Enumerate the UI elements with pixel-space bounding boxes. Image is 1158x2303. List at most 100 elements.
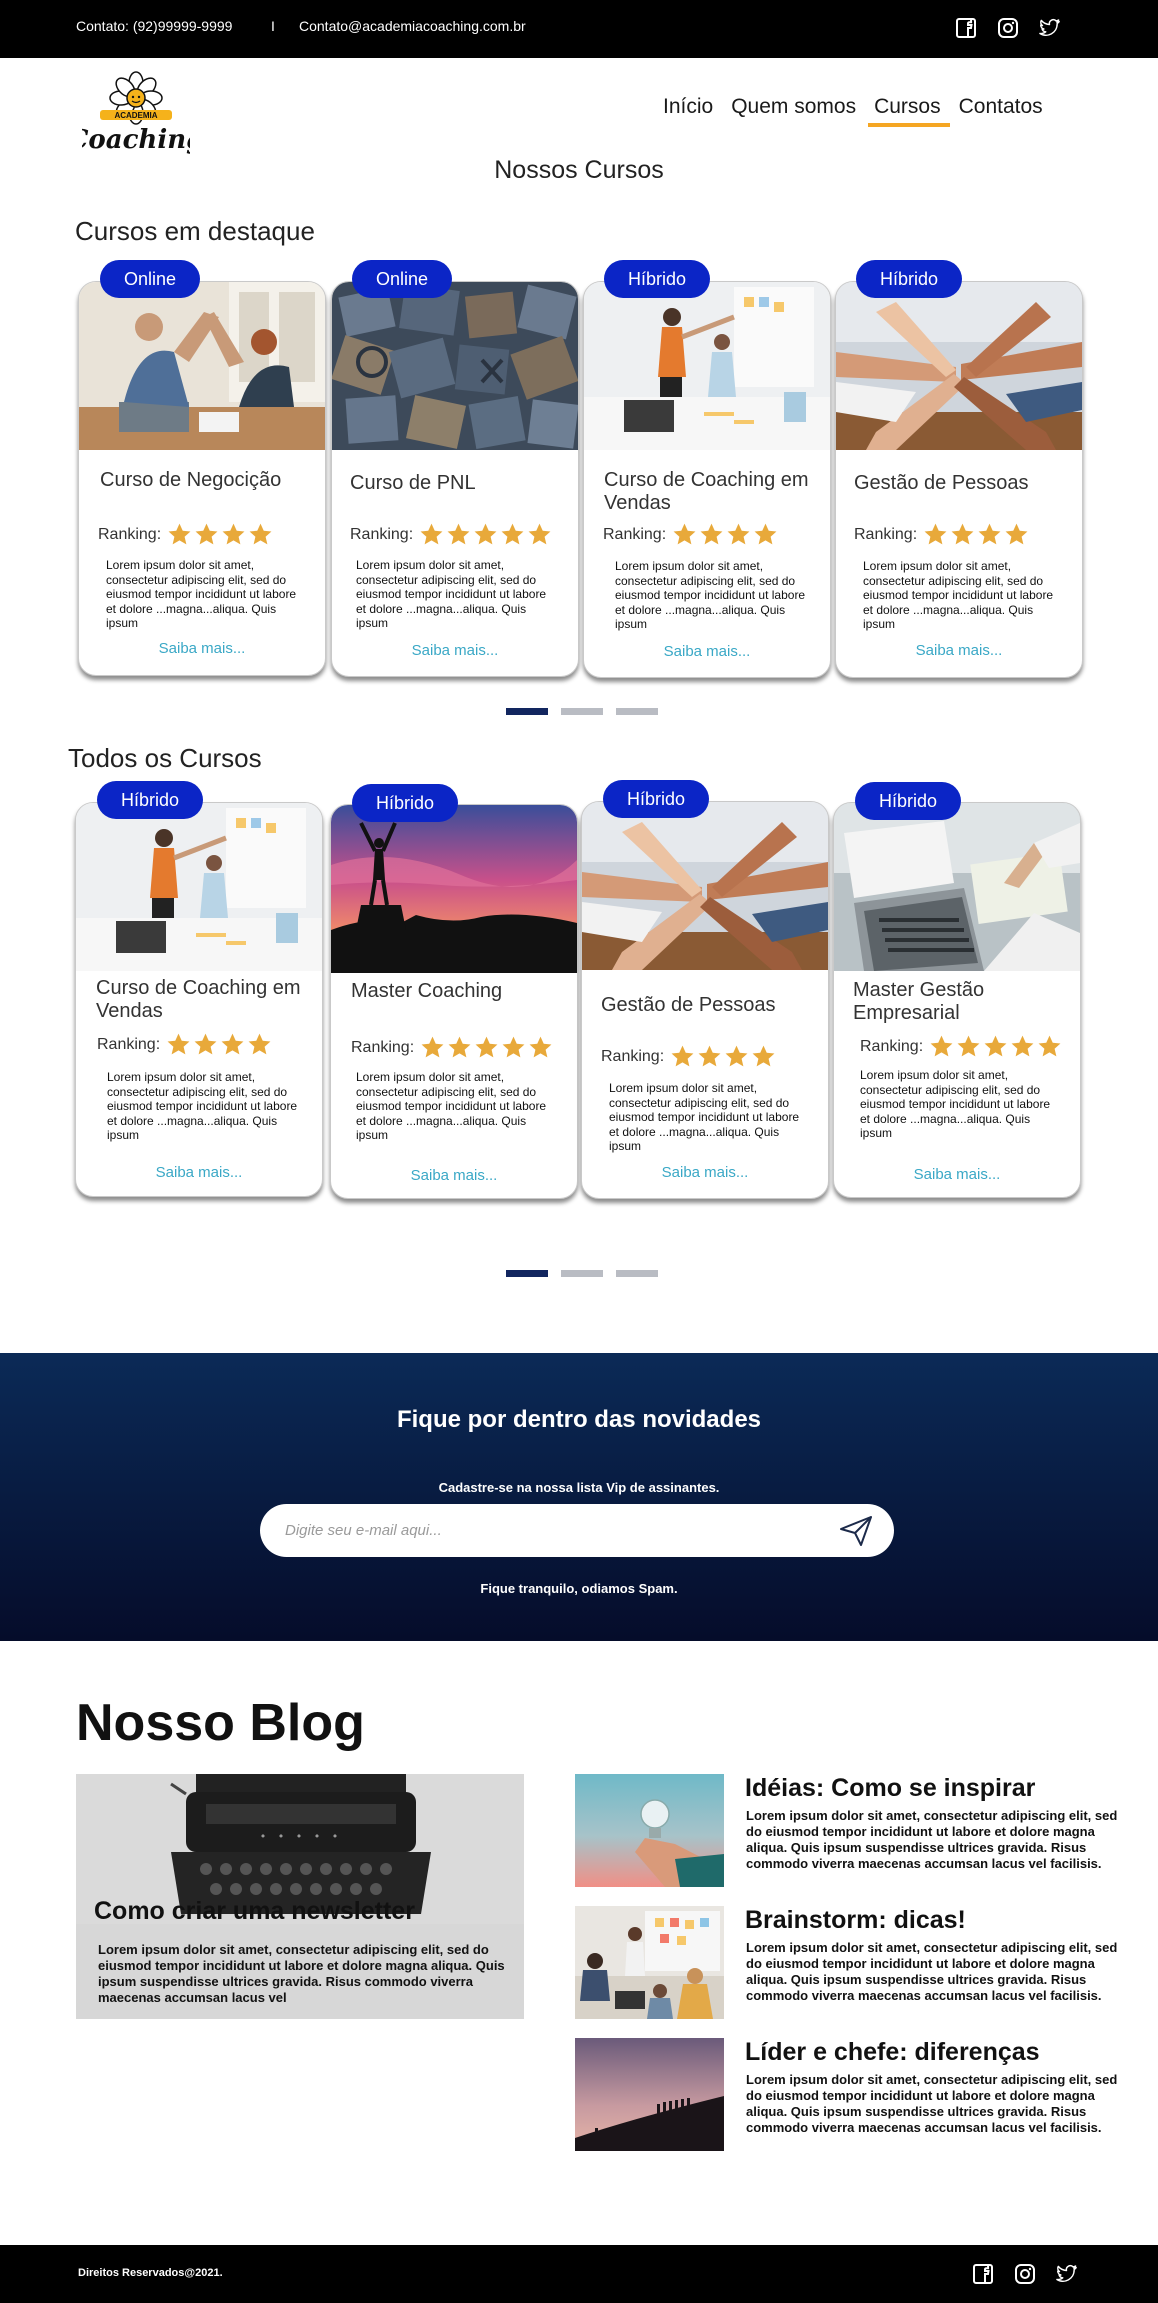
star-icon (1005, 523, 1028, 545)
blog-post-title[interactable]: Brainstorm: dicas! (745, 1906, 966, 1935)
course-modality-badge: Híbrido (855, 782, 962, 820)
course-modality-badge: Online (100, 260, 201, 298)
saiba-mais-link[interactable]: Saiba mais... (582, 1164, 828, 1181)
newsletter-note: Fique tranquilo, odiamos Spam. (480, 1581, 678, 1596)
course-title: Master Gestão Empresarial (853, 979, 985, 1024)
saiba-mais-link[interactable]: Saiba mais... (79, 640, 325, 657)
course-card[interactable]: Curso de Negocição Ranking: Lorem ipsum … (78, 281, 326, 676)
blog-post-title[interactable]: Idéias: Como se inspirar (745, 1774, 1035, 1803)
star-icon (984, 1035, 1007, 1057)
twitter-icon[interactable] (1056, 2263, 1078, 2285)
course-description: Lorem ipsum dolor sit amet, consectetur … (356, 558, 547, 630)
course-title: Curso de PNL (350, 472, 476, 494)
send-icon[interactable] (839, 1515, 873, 1547)
twitter-icon[interactable] (1039, 17, 1061, 39)
blog-post-image-people-hill (575, 2038, 724, 2151)
saiba-mais-link[interactable]: Saiba mais... (834, 1166, 1080, 1183)
course-modality-badge: Híbrido (97, 781, 204, 819)
top-social-links (955, 17, 1061, 39)
ranking-label: Ranking: (860, 1037, 924, 1055)
course-card[interactable]: Master Gestão Empresarial Ranking: Lorem… (833, 802, 1081, 1198)
saiba-mais-link[interactable]: Saiba mais... (332, 642, 578, 659)
star-icon (1038, 1035, 1061, 1057)
saiba-mais-link[interactable]: Saiba mais... (584, 643, 830, 660)
nav-item-cursos[interactable]: Cursos (865, 93, 950, 127)
star-icon (475, 1036, 498, 1058)
course-modality-badge: Híbrido (603, 780, 710, 818)
course-image-meeting-high-five (79, 282, 325, 450)
contact-separator: I (271, 18, 275, 34)
carousel-dot[interactable] (561, 1270, 603, 1277)
instagram-icon[interactable] (997, 17, 1019, 39)
course-description: Lorem ipsum dolor sit amet, consectetur … (356, 1070, 547, 1142)
course-card[interactable]: Gestão de Pessoas Ranking: Lorem ipsum d… (581, 801, 829, 1199)
carousel-dot[interactable] (561, 708, 603, 715)
featured-carousel-dots (506, 708, 658, 715)
blog-featured-title[interactable]: Como criar uma newsletter (94, 1897, 415, 1926)
nav-item-contatos[interactable]: Contatos (950, 93, 1052, 127)
carousel-dot-active[interactable] (506, 1270, 548, 1277)
star-icon (167, 1033, 190, 1055)
course-image-sunset-victory (331, 805, 577, 973)
blog-featured-post[interactable]: • • • • • Como criar uma newsletter Lore… (76, 1774, 524, 2019)
ranking-stars (420, 1035, 553, 1060)
newsletter-title: Fique por dentro das novidades (396, 1406, 762, 1433)
newsletter-section: Fique por dentro das novidades Cadastre-… (0, 1353, 1158, 1641)
course-modality-badge: Híbrido (352, 784, 459, 822)
ranking-label: Ranking: (601, 1047, 665, 1065)
main-nav: Início Quem somos Cursos Contatos (654, 93, 1052, 127)
star-icon (673, 523, 696, 545)
blog-title: Nosso Blog (76, 1694, 365, 1752)
nav-item-quem-somos[interactable]: Quem somos (722, 93, 865, 127)
contact-email-link[interactable]: Contato@academiacoaching.com.br (299, 18, 526, 34)
course-image-wooden-letters (332, 282, 578, 450)
brand-logo[interactable]: ACADEMIA Coaching (68, 70, 204, 158)
carousel-dot-active[interactable] (506, 708, 548, 715)
newsletter-email-input[interactable] (285, 1514, 825, 1547)
star-icon (529, 1036, 552, 1058)
star-icon (727, 523, 750, 545)
star-icon (248, 1033, 271, 1055)
course-image-hands-together (836, 282, 1082, 450)
course-card[interactable]: Curso de Coaching em Vendas Ranking: Lor… (75, 802, 323, 1197)
course-card[interactable]: Curso de PNL Ranking: Lorem ipsum dolor … (331, 281, 579, 677)
ranking-stars (923, 522, 1029, 547)
carousel-dot[interactable] (616, 1270, 658, 1277)
facebook-icon[interactable] (955, 17, 977, 39)
star-icon (698, 1045, 721, 1067)
course-card[interactable]: Gestão de Pessoas Ranking: Lorem ipsum d… (835, 281, 1083, 678)
ranking-stars (167, 522, 273, 547)
course-title: Curso de Negocição (100, 469, 282, 491)
course-card[interactable]: Master Coaching Ranking: Lorem ipsum dol… (330, 804, 578, 1199)
course-ranking: Ranking: (860, 1034, 1062, 1059)
star-icon (249, 523, 272, 545)
nav-item-inicio[interactable]: Início (654, 93, 722, 127)
blog-post-item[interactable]: Idéias: Como se inspirar Lorem ipsum dol… (575, 1774, 1135, 1889)
blog-post-excerpt: Lorem ipsum dolor sit amet, consectetur … (746, 2072, 1118, 2135)
saiba-mais-link[interactable]: Saiba mais... (76, 1164, 322, 1181)
saiba-mais-link[interactable]: Saiba mais... (836, 642, 1082, 659)
course-ranking: Ranking: (98, 522, 273, 547)
course-ranking: Ranking: (854, 522, 1029, 547)
course-ranking: Ranking: (603, 522, 778, 547)
saiba-mais-link[interactable]: Saiba mais... (331, 1167, 577, 1184)
blog-post-image-lightbulb-hand (575, 1774, 724, 1887)
course-ranking: Ranking: (97, 1032, 272, 1057)
star-icon (447, 523, 470, 545)
star-icon (671, 1045, 694, 1067)
instagram-icon[interactable] (1014, 2263, 1036, 2285)
course-description: Lorem ipsum dolor sit amet, consectetur … (107, 1070, 298, 1142)
carousel-dot[interactable] (616, 708, 658, 715)
contact-phone: Contato: (92)99999-9999 (76, 18, 233, 34)
course-title: Gestão de Pessoas (854, 472, 1029, 494)
blog-post-title[interactable]: Líder e chefe: diferenças (745, 2038, 1040, 2067)
star-icon (501, 523, 524, 545)
course-modality-badge: Híbrido (856, 260, 963, 298)
blog-post-item[interactable]: Brainstorm: dicas! Lorem ipsum dolor sit… (575, 1906, 1135, 2021)
course-description: Lorem ipsum dolor sit amet, consectetur … (106, 558, 297, 630)
newsletter-subtitle: Cadastre-se na nossa lista Vip de assina… (438, 1480, 720, 1495)
course-card[interactable]: Curso de Coaching em Vendas Ranking: Lor… (583, 281, 831, 678)
blog-post-item[interactable]: Líder e chefe: diferenças Lorem ipsum do… (575, 2038, 1135, 2153)
newsletter-form (260, 1504, 894, 1557)
facebook-icon[interactable] (972, 2263, 994, 2285)
